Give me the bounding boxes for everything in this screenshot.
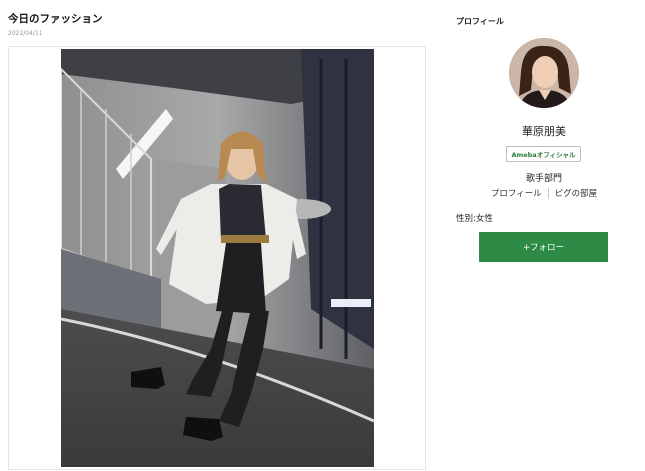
profile-category: 歌手部門	[525, 174, 562, 184]
official-badge: Amebaオフィシャル	[506, 146, 581, 162]
profile-heading: プロフィール	[456, 17, 504, 26]
follow-button[interactable]: +フォロー	[479, 232, 608, 262]
avatar[interactable]	[509, 38, 579, 108]
pigg-room-link[interactable]: ピグの部屋	[555, 187, 598, 199]
post-photo-frame	[8, 46, 426, 470]
post-date: 2022/04/11	[8, 30, 43, 37]
post-photo[interactable]	[61, 49, 374, 467]
link-divider	[547, 187, 549, 199]
profile-link[interactable]: プロフィール	[491, 187, 542, 199]
profile-links: プロフィール ピグの部屋	[450, 187, 638, 199]
profile-gender: 性別:女性	[456, 214, 493, 224]
profile-name[interactable]: 華原朋美	[450, 123, 638, 139]
post-title: 今日のファッション	[8, 13, 103, 25]
